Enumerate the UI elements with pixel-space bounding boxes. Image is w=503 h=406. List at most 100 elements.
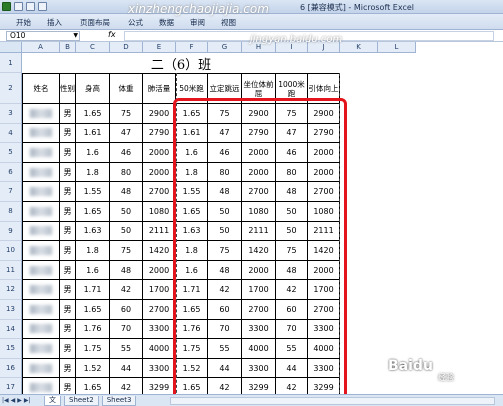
column-header-a[interactable]: A bbox=[22, 42, 60, 53]
table-cell[interactable]: 2700 bbox=[143, 182, 176, 202]
table-cell[interactable]: 75 bbox=[110, 104, 143, 124]
table-cell[interactable]: 1420 bbox=[143, 241, 176, 261]
table-cell[interactable]: 70 bbox=[208, 319, 242, 340]
table-cell[interactable]: 2700 bbox=[242, 300, 276, 320]
table-cell[interactable]: 80 bbox=[276, 162, 308, 183]
column-header-c[interactable]: C bbox=[76, 42, 110, 53]
table-cell[interactable]: 2000 bbox=[143, 143, 176, 163]
name-box[interactable]: O10 ▼ bbox=[6, 31, 80, 41]
table-cell[interactable]: 1700 bbox=[308, 280, 340, 300]
excel-logo-icon[interactable] bbox=[2, 2, 11, 11]
table-cell[interactable]: 42 bbox=[208, 280, 242, 300]
table-cell[interactable]: 1.6 bbox=[176, 260, 208, 281]
tab-page-layout[interactable]: 页面布局 bbox=[70, 17, 120, 28]
table-cell[interactable]: 2111 bbox=[242, 221, 276, 242]
table-cell[interactable]: 男 bbox=[60, 104, 76, 124]
table-cell[interactable]: 46 bbox=[110, 143, 143, 163]
table-cell[interactable]: 60 bbox=[276, 300, 308, 320]
column-header-e[interactable]: E bbox=[143, 42, 176, 53]
name-cell[interactable] bbox=[22, 221, 60, 242]
table-cell[interactable]: 1.76 bbox=[176, 319, 208, 340]
chevron-down-icon[interactable]: ▼ bbox=[73, 32, 78, 40]
table-cell[interactable]: 2700 bbox=[242, 182, 276, 202]
tab-formulas[interactable]: 公式 bbox=[120, 17, 151, 28]
name-cell[interactable] bbox=[22, 182, 60, 202]
table-cell[interactable]: 2000 bbox=[242, 260, 276, 281]
table-cell[interactable]: 70 bbox=[276, 319, 308, 340]
table-cell[interactable]: 2111 bbox=[143, 221, 176, 242]
table-cell[interactable]: 1700 bbox=[242, 280, 276, 300]
sheet-tab-3[interactable]: Sheet3 bbox=[101, 396, 137, 406]
table-cell[interactable]: 2900 bbox=[143, 104, 176, 124]
table-cell[interactable]: 1.55 bbox=[76, 182, 110, 202]
name-cell[interactable] bbox=[22, 202, 60, 222]
tab-data[interactable]: 数据 bbox=[151, 17, 182, 28]
table-cell[interactable]: 1.52 bbox=[76, 358, 110, 379]
table-cell[interactable]: 50 bbox=[276, 221, 308, 242]
first-sheet-icon[interactable]: |◀ bbox=[2, 397, 9, 404]
table-cell[interactable]: 1420 bbox=[242, 241, 276, 261]
table-cell[interactable]: 42 bbox=[110, 280, 143, 300]
table-cell[interactable]: 80 bbox=[208, 162, 242, 183]
table-cell[interactable]: 75 bbox=[208, 104, 242, 124]
table-cell[interactable]: 1.8 bbox=[176, 241, 208, 261]
row-header[interactable]: 2 bbox=[0, 73, 22, 104]
table-cell[interactable]: 1.75 bbox=[176, 339, 208, 359]
table-cell[interactable]: 2700 bbox=[143, 300, 176, 320]
table-cell[interactable]: 1.75 bbox=[76, 339, 110, 359]
tab-home[interactable]: 开始 bbox=[8, 17, 39, 28]
table-cell[interactable]: 1.6 bbox=[76, 260, 110, 281]
table-cell[interactable]: 1.6 bbox=[176, 143, 208, 163]
table-cell[interactable]: 1.61 bbox=[176, 123, 208, 144]
sheet-tab-2[interactable]: Sheet2 bbox=[64, 396, 99, 406]
table-cell[interactable]: 1.52 bbox=[176, 358, 208, 379]
tab-view[interactable]: 视图 bbox=[213, 17, 244, 28]
table-cell[interactable]: 55 bbox=[208, 339, 242, 359]
table-cell[interactable]: 男 bbox=[60, 202, 76, 222]
table-cell[interactable]: 4000 bbox=[242, 339, 276, 359]
row-header[interactable]: 9 bbox=[0, 221, 22, 242]
table-cell[interactable]: 男 bbox=[60, 123, 76, 144]
row-header[interactable]: 8 bbox=[0, 202, 22, 222]
table-cell[interactable]: 55 bbox=[110, 339, 143, 359]
table-cell[interactable]: 2111 bbox=[308, 221, 340, 242]
table-cell[interactable]: 46 bbox=[276, 143, 308, 163]
row-header[interactable]: 7 bbox=[0, 182, 22, 202]
table-cell[interactable]: 1.65 bbox=[176, 300, 208, 320]
name-cell[interactable] bbox=[22, 241, 60, 261]
name-cell[interactable] bbox=[22, 104, 60, 124]
table-cell[interactable]: 3300 bbox=[143, 358, 176, 379]
table-cell[interactable]: 1.61 bbox=[76, 123, 110, 144]
next-sheet-icon[interactable]: ▶ bbox=[17, 397, 22, 404]
table-cell[interactable]: 2000 bbox=[242, 143, 276, 163]
column-header-k[interactable]: K bbox=[340, 42, 378, 53]
table-cell[interactable]: 1.65 bbox=[176, 202, 208, 222]
table-cell[interactable]: 2000 bbox=[308, 162, 340, 183]
table-cell[interactable]: 50 bbox=[110, 202, 143, 222]
name-cell[interactable] bbox=[22, 358, 60, 379]
table-cell[interactable]: 75 bbox=[208, 241, 242, 261]
table-cell[interactable]: 2900 bbox=[242, 104, 276, 124]
table-cell[interactable]: 1080 bbox=[308, 202, 340, 222]
table-cell[interactable]: 3300 bbox=[308, 319, 340, 340]
table-cell[interactable]: 75 bbox=[276, 104, 308, 124]
table-cell[interactable]: 2700 bbox=[308, 182, 340, 202]
redo-icon[interactable] bbox=[38, 2, 47, 11]
table-cell[interactable]: 1.8 bbox=[176, 162, 208, 183]
table-cell[interactable]: 2000 bbox=[143, 162, 176, 183]
table-cell[interactable]: 2000 bbox=[308, 260, 340, 281]
horizontal-scrollbar[interactable] bbox=[170, 397, 495, 405]
table-cell[interactable]: 1.65 bbox=[176, 104, 208, 124]
table-cell[interactable]: 75 bbox=[276, 241, 308, 261]
table-cell[interactable]: 50 bbox=[208, 202, 242, 222]
table-cell[interactable]: 42 bbox=[276, 280, 308, 300]
table-cell[interactable]: 男 bbox=[60, 339, 76, 359]
row-header[interactable]: 12 bbox=[0, 280, 22, 300]
tab-insert[interactable]: 插入 bbox=[39, 17, 70, 28]
name-cell[interactable] bbox=[22, 162, 60, 183]
table-cell[interactable]: 1.6 bbox=[76, 143, 110, 163]
table-cell[interactable]: 1.8 bbox=[76, 241, 110, 261]
table-cell[interactable]: 4000 bbox=[308, 339, 340, 359]
undo-icon[interactable] bbox=[26, 2, 35, 11]
row-header[interactable]: 4 bbox=[0, 123, 22, 144]
